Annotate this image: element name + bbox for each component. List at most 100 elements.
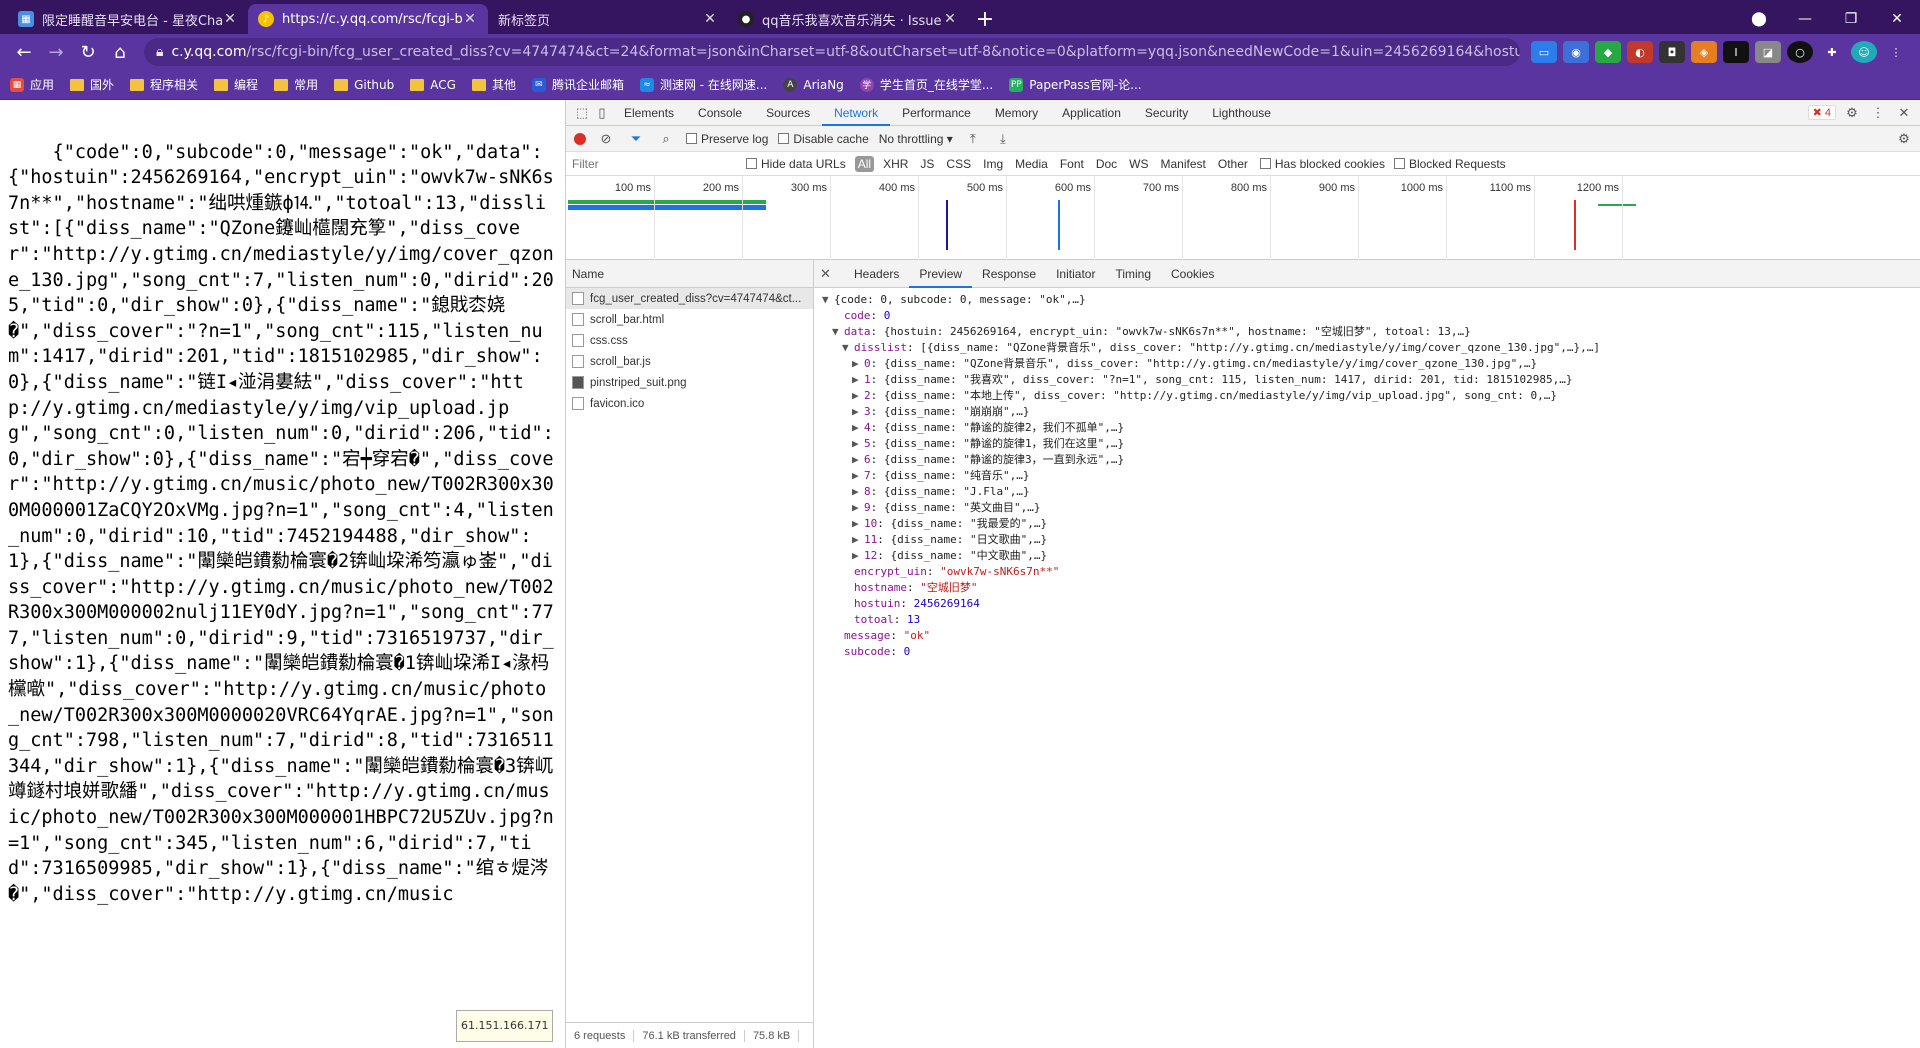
expanded-triangle-icon[interactable]: ▼ [842,340,854,356]
puzzle-icon[interactable]: ✚ [1819,41,1845,63]
tab-2[interactable]: 新标签页 ✕ [488,4,728,34]
collapsed-triangle-icon[interactable]: ▶ [852,388,864,404]
extension-icon[interactable]: ◘ [1659,41,1685,63]
collapsed-triangle-icon[interactable]: ▶ [852,532,864,548]
collapsed-triangle-icon[interactable]: ▶ [852,436,864,452]
filter-type-doc[interactable]: Doc [1093,156,1120,172]
home-icon[interactable]: ⌂ [104,38,136,66]
request-row[interactable]: css.css [566,330,813,351]
bookmark-link[interactable]: ✉ 腾讯企业邮箱 [531,76,624,93]
collapsed-triangle-icon[interactable]: ▶ [852,452,864,468]
tab-1[interactable]: ♪ https://c.y.qq.com/rsc/fcgi-bin ✕ [248,4,488,34]
devtools-tab-console[interactable]: Console [686,100,754,126]
collapsed-triangle-icon[interactable]: ▶ [852,468,864,484]
preview-line[interactable]: ▶ 6: {diss_name: "静谧的旋律3，一直到永远",…} [822,452,1912,468]
filter-type-media[interactable]: Media [1012,156,1051,172]
preview-line[interactable]: ▶ 1: {diss_name: "我喜欢", diss_cover: "?n=1… [822,372,1912,388]
extension-icon[interactable]: ◐ [1627,41,1653,63]
filter-type-font[interactable]: Font [1057,156,1087,172]
bookmark-link[interactable]: PP PaperPass官网-论... [1009,76,1142,93]
extension-icon[interactable]: ◪ [1755,41,1781,63]
clear-icon[interactable]: ⊘ [596,129,616,149]
settings-icon[interactable]: ⚙ [1894,129,1914,149]
request-row[interactable]: pinstriped_suit.png [566,372,813,393]
collapsed-triangle-icon[interactable]: ▶ [852,420,864,436]
preserve-log-checkbox[interactable]: Preserve log [686,132,768,146]
collapsed-triangle-icon[interactable]: ▶ [852,500,864,516]
settings-icon[interactable]: ⚙ [1842,103,1862,123]
devtools-tab-security[interactable]: Security [1133,100,1200,126]
filter-type-js[interactable]: JS [917,156,937,172]
bookmark-link[interactable]: 学学生首页_在线学堂... [859,76,993,93]
close-icon[interactable]: ✕ [702,11,718,27]
extension-icon[interactable]: I [1723,41,1749,63]
device-toggle-icon[interactable]: ▯ [592,103,612,123]
detail-tab-cookies[interactable]: Cookies [1161,260,1224,288]
profile-menu-icon[interactable]: ⬤ [1736,11,1782,27]
preview-line[interactable]: ▶ 7: {diss_name: "纯音乐",…} [822,468,1912,484]
detail-tab-timing[interactable]: Timing [1105,260,1161,288]
disable-cache-checkbox[interactable]: Disable cache [778,132,869,146]
preview-line[interactable]: ▼ disslist: [{diss_name: "QZone背景音乐", dis… [822,340,1912,356]
extension-icon[interactable]: ▭ [1531,41,1557,63]
avatar[interactable]: ☺ [1851,41,1877,63]
bookmark-folder[interactable]: 其他 [471,76,516,93]
bookmark-folder[interactable]: 常用 [274,76,318,93]
filter-type-img[interactable]: Img [980,156,1006,172]
detail-tab-response[interactable]: Response [972,260,1046,288]
close-window-icon[interactable]: ✕ [1874,11,1920,27]
search-icon[interactable]: ⌕ [656,129,676,149]
collapsed-triangle-icon[interactable]: ▶ [852,484,864,500]
more-icon[interactable]: ⋮ [1868,103,1888,123]
collapsed-triangle-icon[interactable]: ▶ [852,548,864,564]
filter-type-ws[interactable]: WS [1126,156,1151,172]
filter-type-other[interactable]: Other [1215,156,1251,172]
filter-type-manifest[interactable]: Manifest [1158,156,1209,172]
download-icon[interactable]: ⤓ [993,129,1013,149]
detail-tab-initiator[interactable]: Initiator [1046,260,1105,288]
preview-line[interactable]: ▶ 5: {diss_name: "静谧的旋律1，我们在这里",…} [822,436,1912,452]
request-row[interactable]: scroll_bar.html [566,309,813,330]
devtools-tab-elements[interactable]: Elements [612,100,686,126]
devtools-tab-application[interactable]: Application [1050,100,1133,126]
request-row[interactable]: favicon.ico [566,393,813,414]
forward-icon[interactable]: → [40,38,72,66]
devtools-tab-sources[interactable]: Sources [754,100,822,126]
preview-line[interactable]: ▶ 12: {diss_name: "中文歌曲",…} [822,548,1912,564]
preview-line[interactable]: ▶ 3: {diss_name: "崩崩崩",…} [822,404,1912,420]
minimize-icon[interactable]: — [1782,11,1828,27]
filter-icon[interactable]: ⏷ [626,129,646,149]
reload-icon[interactable]: ↻ [72,38,104,66]
preview-line[interactable]: ▶ 9: {diss_name: "英文曲目",…} [822,500,1912,516]
close-icon[interactable]: ✕ [222,11,238,27]
detail-tab-preview[interactable]: Preview [909,260,973,288]
filter-type-css[interactable]: CSS [943,156,974,172]
devtools-tab-memory[interactable]: Memory [983,100,1050,126]
close-icon[interactable]: ✕ [820,266,844,282]
expanded-triangle-icon[interactable]: ▼ [832,324,844,340]
filter-type-all[interactable]: All [854,155,875,172]
collapsed-triangle-icon[interactable]: ▶ [852,404,864,420]
extension-icon[interactable]: ○ [1787,41,1813,63]
has-blocked-cookies-checkbox[interactable]: Has blocked cookies [1259,157,1385,171]
bookmark-folder[interactable]: Github [334,78,394,92]
preview-line[interactable]: ▶ 11: {diss_name: "日文歌曲",…} [822,532,1912,548]
bookmark-folder[interactable]: 编程 [214,76,258,93]
hide-data-urls-checkbox[interactable]: Hide data URLs [746,157,846,171]
preview-line[interactable]: ▶ 8: {diss_name: "J.Fla",…} [822,484,1912,500]
expanded-triangle-icon[interactable]: ▼ [822,292,834,308]
network-overview-timeline[interactable]: 100 ms 200 ms 300 ms 400 ms 500 ms 600 ms 700 … [566,176,1920,260]
close-icon[interactable]: ✕ [942,11,958,27]
throttling-select[interactable]: No throttling ▾ [879,132,953,146]
devtools-tab-performance[interactable]: Performance [890,100,983,126]
shield-icon[interactable]: ◆ [1595,41,1621,63]
detail-tab-headers[interactable]: Headers [844,260,909,288]
collapsed-triangle-icon[interactable]: ▶ [852,356,864,372]
preview-line[interactable]: ▶ 0: {diss_name: "QZone背景音乐", diss_cover:… [822,356,1912,372]
filter-input[interactable] [572,154,737,173]
bookmark-folder[interactable]: ACG [410,78,456,92]
collapsed-triangle-icon[interactable]: ▶ [852,516,864,532]
collapsed-triangle-icon[interactable]: ▶ [852,372,864,388]
request-row[interactable]: fcg_user_created_diss?cv=4747474&ct... [566,288,813,309]
restore-icon[interactable]: ❐ [1828,11,1874,27]
